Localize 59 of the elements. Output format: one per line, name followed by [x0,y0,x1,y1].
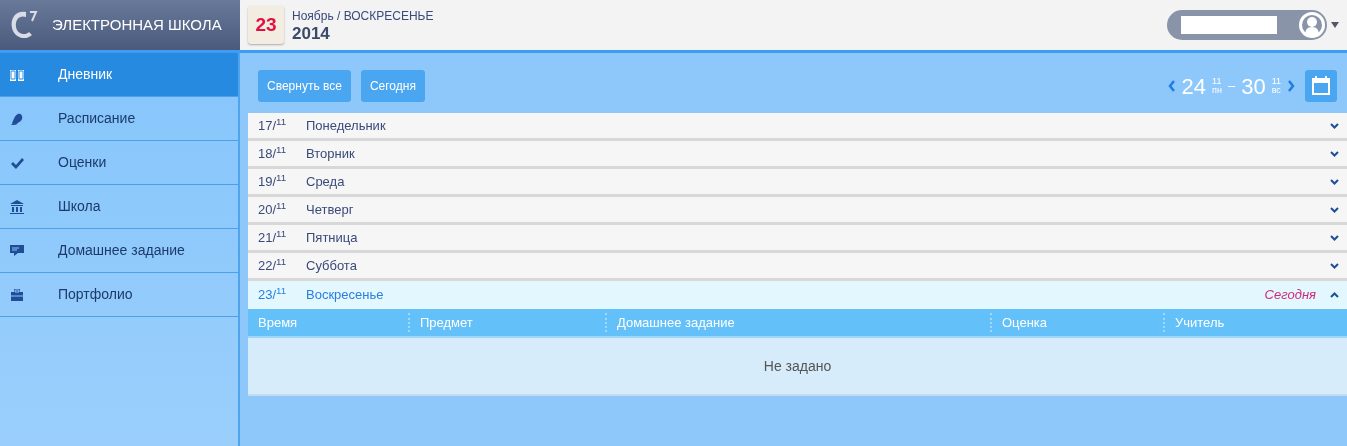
sidebar-item[interactable]: Домашнее задание [0,229,238,273]
chevron-down-icon[interactable] [1330,206,1339,213]
column-header: Оценка [990,312,1163,333]
day-name: Пятница [306,228,358,247]
day-name: Вторник [306,144,355,163]
column-header: Учитель [1163,312,1323,333]
empty-message: Не задано [763,356,832,376]
chevron-up-icon[interactable] [1330,292,1339,298]
calendar-day-icon: 23 [248,6,284,44]
column-header: Время [257,313,299,332]
week-end-day: 30 [1241,69,1266,103]
month-number: 11 [1271,77,1281,86]
day-name: Суббота [306,256,357,275]
caret-icon[interactable] [1331,22,1339,28]
app-title: ЭЛЕКТРОННАЯ ШКОЛА [52,14,222,35]
briefcase-icon [9,286,25,303]
column-header: Домашнее задание [605,312,990,333]
week-start-day: 24 [1181,69,1207,103]
user-menu[interactable] [1167,10,1327,40]
column-header: Предмет [408,312,605,333]
day-name: Воскресенье [306,286,384,305]
chevron-down-icon[interactable] [1330,150,1339,157]
year: 2014 [292,24,331,44]
day-name: Среда [306,172,345,191]
sidebar-item[interactable]: Портфолио [0,273,238,317]
today-label: Сегодня [1264,286,1316,305]
day-name: Понедельник [306,116,386,135]
day-row[interactable]: 21/$^{11}$ Пятница [248,225,1347,253]
day-date: 20/$^{11}$ [258,199,288,219]
chevron-down-icon[interactable] [1330,262,1339,269]
chevron-down-icon[interactable] [1330,234,1339,241]
month-weekday: Ноябрь / ВОСКРЕСЕНЬЕ [292,7,434,25]
sidebar-item[interactable]: Оценки [0,141,238,185]
chevron-down-icon[interactable] [1330,122,1339,129]
bank-icon [9,198,25,215]
day-row[interactable]: 22/$^{11}$ Суббота [248,253,1347,281]
day-row[interactable]: 23/$^{11}$ Воскресенье Сегодня [248,281,1347,309]
day-row[interactable]: 18/$^{11}$ Вторник [248,141,1347,169]
day-row[interactable]: 20/$^{11}$ Четверг [248,197,1347,225]
day-date: 21/$^{11}$ [258,227,288,247]
day-row[interactable]: 19/$^{11}$ Среда [248,169,1347,197]
day-date: 22/$^{11}$ [258,255,288,275]
day-date: 19/$^{11}$ [258,171,288,191]
weekday-abbr: вс [1271,86,1281,95]
sidebar-item[interactable]: Дневник [0,53,238,97]
day-date: 18/$^{11}$ [258,143,288,163]
weekday-abbr: пн [1212,86,1222,95]
sidebar-item[interactable]: Школа [0,185,238,229]
day-row[interactable]: 17/$^{11}$ Понедельник [248,113,1347,141]
chevron-down-icon[interactable] [1330,178,1339,185]
sidebar-item[interactable]: Расписание [0,97,238,141]
chat-icon [9,242,25,259]
calendar-icon[interactable] [1305,70,1337,102]
range-dash: – [1227,77,1236,96]
day-date: 23/$^{11}$ [258,285,288,305]
day-date: 17/$^{11}$ [258,115,288,135]
avatar-icon [1299,12,1325,38]
day-name: Четверг [306,200,354,219]
month-number: 11 [1212,77,1222,86]
